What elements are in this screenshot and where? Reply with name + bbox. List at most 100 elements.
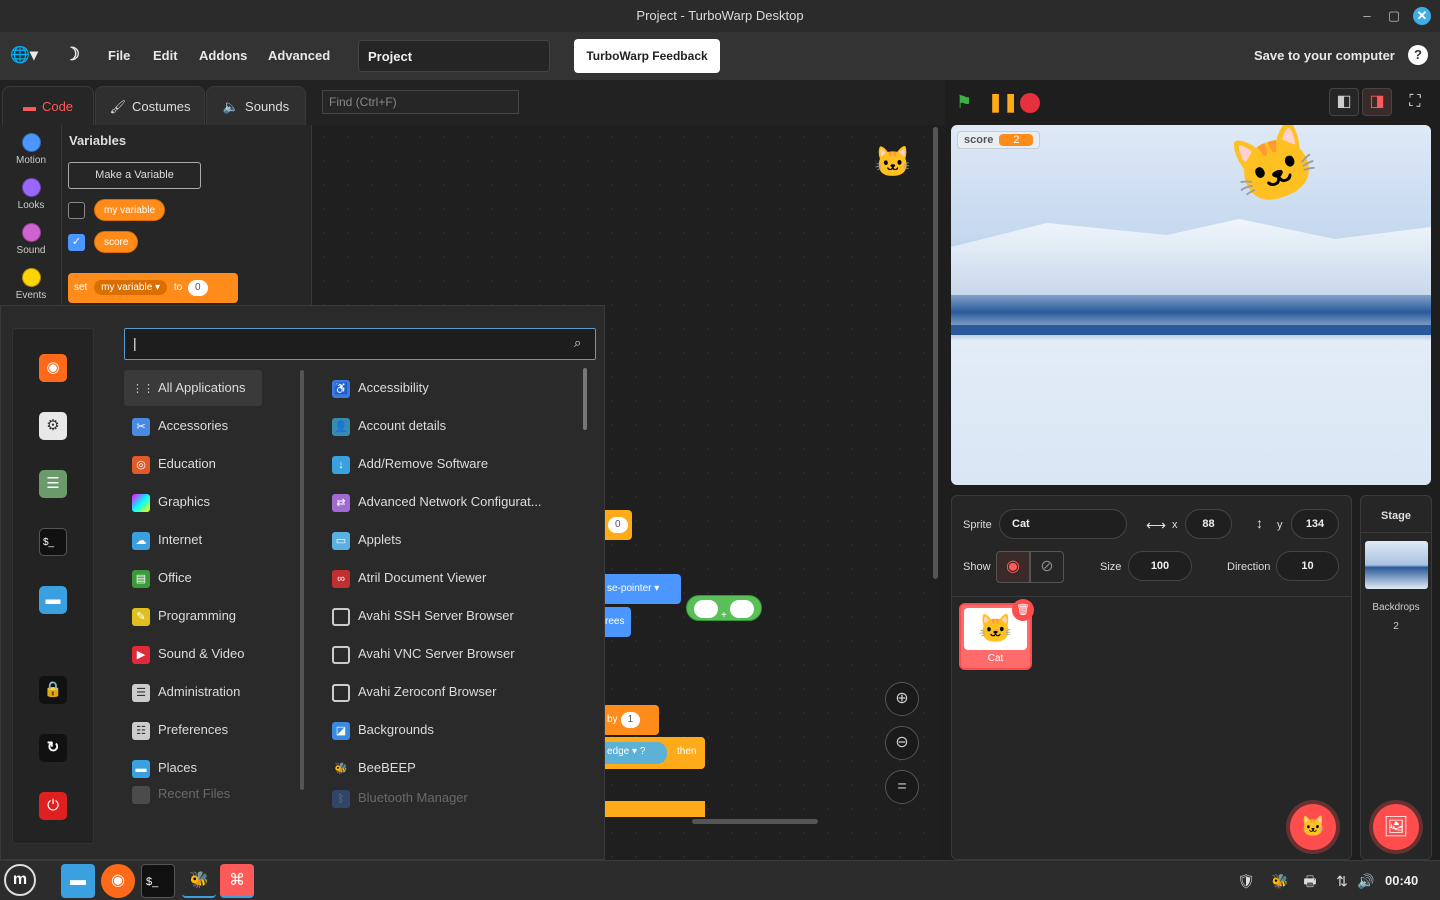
green-flag-icon[interactable]: ⚑: [956, 92, 976, 112]
help-button[interactable]: ?: [1408, 45, 1428, 65]
stage-thumbnail[interactable]: [1365, 541, 1428, 589]
app-item[interactable]: ♿ Accessibility: [326, 370, 576, 406]
set-block-variable-dropdown[interactable]: my variable ▾: [94, 280, 168, 295]
by-value-input[interactable]: 1: [620, 712, 641, 728]
variable-reporter-my-variable[interactable]: my variable: [94, 199, 166, 221]
large-stage-icon[interactable]: ◨: [1362, 88, 1392, 116]
if-then-block-fragment[interactable]: edge ▾ ? then: [605, 737, 705, 769]
zoom-reset-icon[interactable]: =: [885, 770, 919, 804]
set-block-value-input[interactable]: 0: [187, 280, 208, 296]
menu-file[interactable]: File: [108, 48, 130, 63]
category-preferences[interactable]: ☷ Preferences: [124, 712, 262, 748]
firefox-icon[interactable]: ◉: [101, 864, 135, 898]
add-sprite-button[interactable]: 🐱: [1290, 804, 1336, 850]
category-all-applications[interactable]: ⋮⋮ All Applications: [124, 370, 262, 406]
app-item[interactable]: Avahi VNC Server Browser: [326, 636, 576, 672]
start-menu-icon[interactable]: m: [4, 864, 36, 896]
menu-advanced[interactable]: Advanced: [268, 48, 330, 63]
variable-checkbox-score[interactable]: ✓: [68, 234, 85, 251]
tab-costumes[interactable]: 🖌 Costumes: [95, 86, 205, 125]
theme-moon-icon[interactable]: ☽: [64, 44, 80, 65]
app-item[interactable]: 🐝 BeeBEEP: [326, 750, 576, 786]
folder-icon[interactable]: ▬: [39, 586, 67, 614]
menu-edit[interactable]: Edit: [153, 48, 178, 63]
vertical-scrollbar[interactable]: [933, 127, 938, 579]
shield-icon[interactable]: 🛡: [1236, 871, 1256, 891]
menu-search-input[interactable]: | ⌕: [124, 328, 596, 360]
menu-addons[interactable]: Addons: [199, 48, 247, 63]
sprite-name-input[interactable]: Cat: [999, 509, 1127, 539]
close-icon[interactable]: ✕: [1413, 7, 1431, 25]
horizontal-scrollbar[interactable]: [692, 819, 818, 824]
zoom-out-icon[interactable]: ⊖: [885, 726, 919, 760]
app-item[interactable]: ▭ Applets: [326, 522, 576, 558]
apps-scrollbar[interactable]: [583, 368, 587, 430]
tab-sounds[interactable]: 🔈 Sounds: [206, 86, 306, 125]
find-input[interactable]: Find (Ctrl+F): [322, 90, 519, 114]
zoom-in-icon[interactable]: ⊕: [885, 682, 919, 716]
delete-sprite-icon[interactable]: 🗑: [1012, 599, 1034, 621]
feedback-button[interactable]: TurboWarp Feedback: [574, 39, 720, 73]
volume-icon[interactable]: 🔊: [1356, 871, 1376, 891]
files-icon[interactable]: ▬: [61, 864, 95, 898]
tab-code[interactable]: ▬ Code: [2, 86, 94, 125]
save-to-computer-button[interactable]: Save to your computer: [1254, 48, 1395, 63]
make-variable-button[interactable]: Make a Variable: [68, 162, 201, 189]
stop-icon[interactable]: [1020, 93, 1040, 113]
category-sound[interactable]: Sound: [0, 223, 62, 256]
app-item[interactable]: Avahi Zeroconf Browser: [326, 674, 576, 710]
category-sound-video[interactable]: ▶ Sound & Video: [124, 636, 262, 672]
language-globe-icon[interactable]: 🌐▾: [10, 45, 38, 65]
variable-reporter-score[interactable]: score: [94, 231, 139, 253]
maximize-icon[interactable]: ▢: [1385, 7, 1403, 25]
bee-tray-icon[interactable]: 🐝: [1270, 871, 1290, 891]
printer-icon[interactable]: 🖶: [1300, 871, 1320, 891]
category-scrollbar[interactable]: [300, 370, 304, 790]
category-programming[interactable]: ✎ Programming: [124, 598, 262, 634]
set-variable-block[interactable]: set my variable ▾ to 0: [68, 273, 238, 303]
variable-checkbox-my-variable[interactable]: [68, 202, 85, 219]
category-internet[interactable]: ☁ Internet: [124, 522, 262, 558]
category-recent-files[interactable]: Recent Files: [124, 784, 262, 804]
settings-gear-icon[interactable]: ⚙: [39, 412, 67, 440]
size-input[interactable]: 100: [1128, 551, 1192, 581]
y-input[interactable]: 134: [1291, 509, 1339, 539]
power-icon[interactable]: ⏻: [39, 792, 67, 820]
app-item[interactable]: 👤 Account details: [326, 408, 576, 444]
firefox-icon[interactable]: ◉: [39, 354, 67, 382]
category-administration[interactable]: ☰ Administration: [124, 674, 262, 710]
app-item[interactable]: ⇄ Advanced Network Configurat...: [326, 484, 576, 520]
add-right-input[interactable]: [729, 600, 754, 618]
block-fragment-value-input[interactable]: 0: [608, 517, 628, 533]
operator-add-block[interactable]: +: [686, 595, 762, 621]
category-accessories[interactable]: ✂ Accessories: [124, 408, 262, 444]
minimize-icon[interactable]: –: [1358, 7, 1376, 25]
app-item[interactable]: Avahi SSH Server Browser: [326, 598, 576, 634]
clock[interactable]: 00:40: [1385, 873, 1418, 888]
control-center-icon[interactable]: ☰: [39, 470, 67, 498]
block-fragment-bottom[interactable]: [605, 801, 705, 817]
app-item[interactable]: ◪ Backgrounds: [326, 712, 576, 748]
terminal-icon[interactable]: $_: [141, 864, 175, 898]
stage-canvas[interactable]: score 2 🐱: [951, 125, 1431, 485]
pause-icon[interactable]: ❚❚: [988, 92, 1018, 112]
fullscreen-icon[interactable]: ⛶: [1400, 88, 1430, 116]
app-item[interactable]: ᛒ Bluetooth Manager: [326, 788, 576, 808]
bee-app-icon[interactable]: 🐝: [182, 864, 216, 898]
terminal-icon[interactable]: $_: [39, 528, 67, 556]
category-places[interactable]: ▬ Places: [124, 750, 262, 786]
lock-icon[interactable]: 🔒: [39, 676, 67, 704]
direction-input[interactable]: 10: [1276, 551, 1339, 581]
touching-edge-block[interactable]: edge ▾ ?: [605, 742, 667, 764]
block-fragment-by[interactable]: by 1: [605, 705, 659, 735]
app-item[interactable]: ∞ Atril Document Viewer: [326, 560, 576, 596]
app-item[interactable]: ↓ Add/Remove Software: [326, 446, 576, 482]
category-graphics[interactable]: Graphics: [124, 484, 262, 520]
x-input[interactable]: 88: [1185, 509, 1232, 539]
network-icon[interactable]: ⇅: [1332, 871, 1352, 891]
small-stage-icon[interactable]: ◧: [1329, 88, 1359, 116]
category-office[interactable]: ▤ Office: [124, 560, 262, 596]
block-fragment-rees[interactable]: rees: [605, 607, 631, 637]
category-events[interactable]: Events: [0, 268, 62, 301]
turbowarp-icon[interactable]: ⌘: [220, 864, 254, 898]
